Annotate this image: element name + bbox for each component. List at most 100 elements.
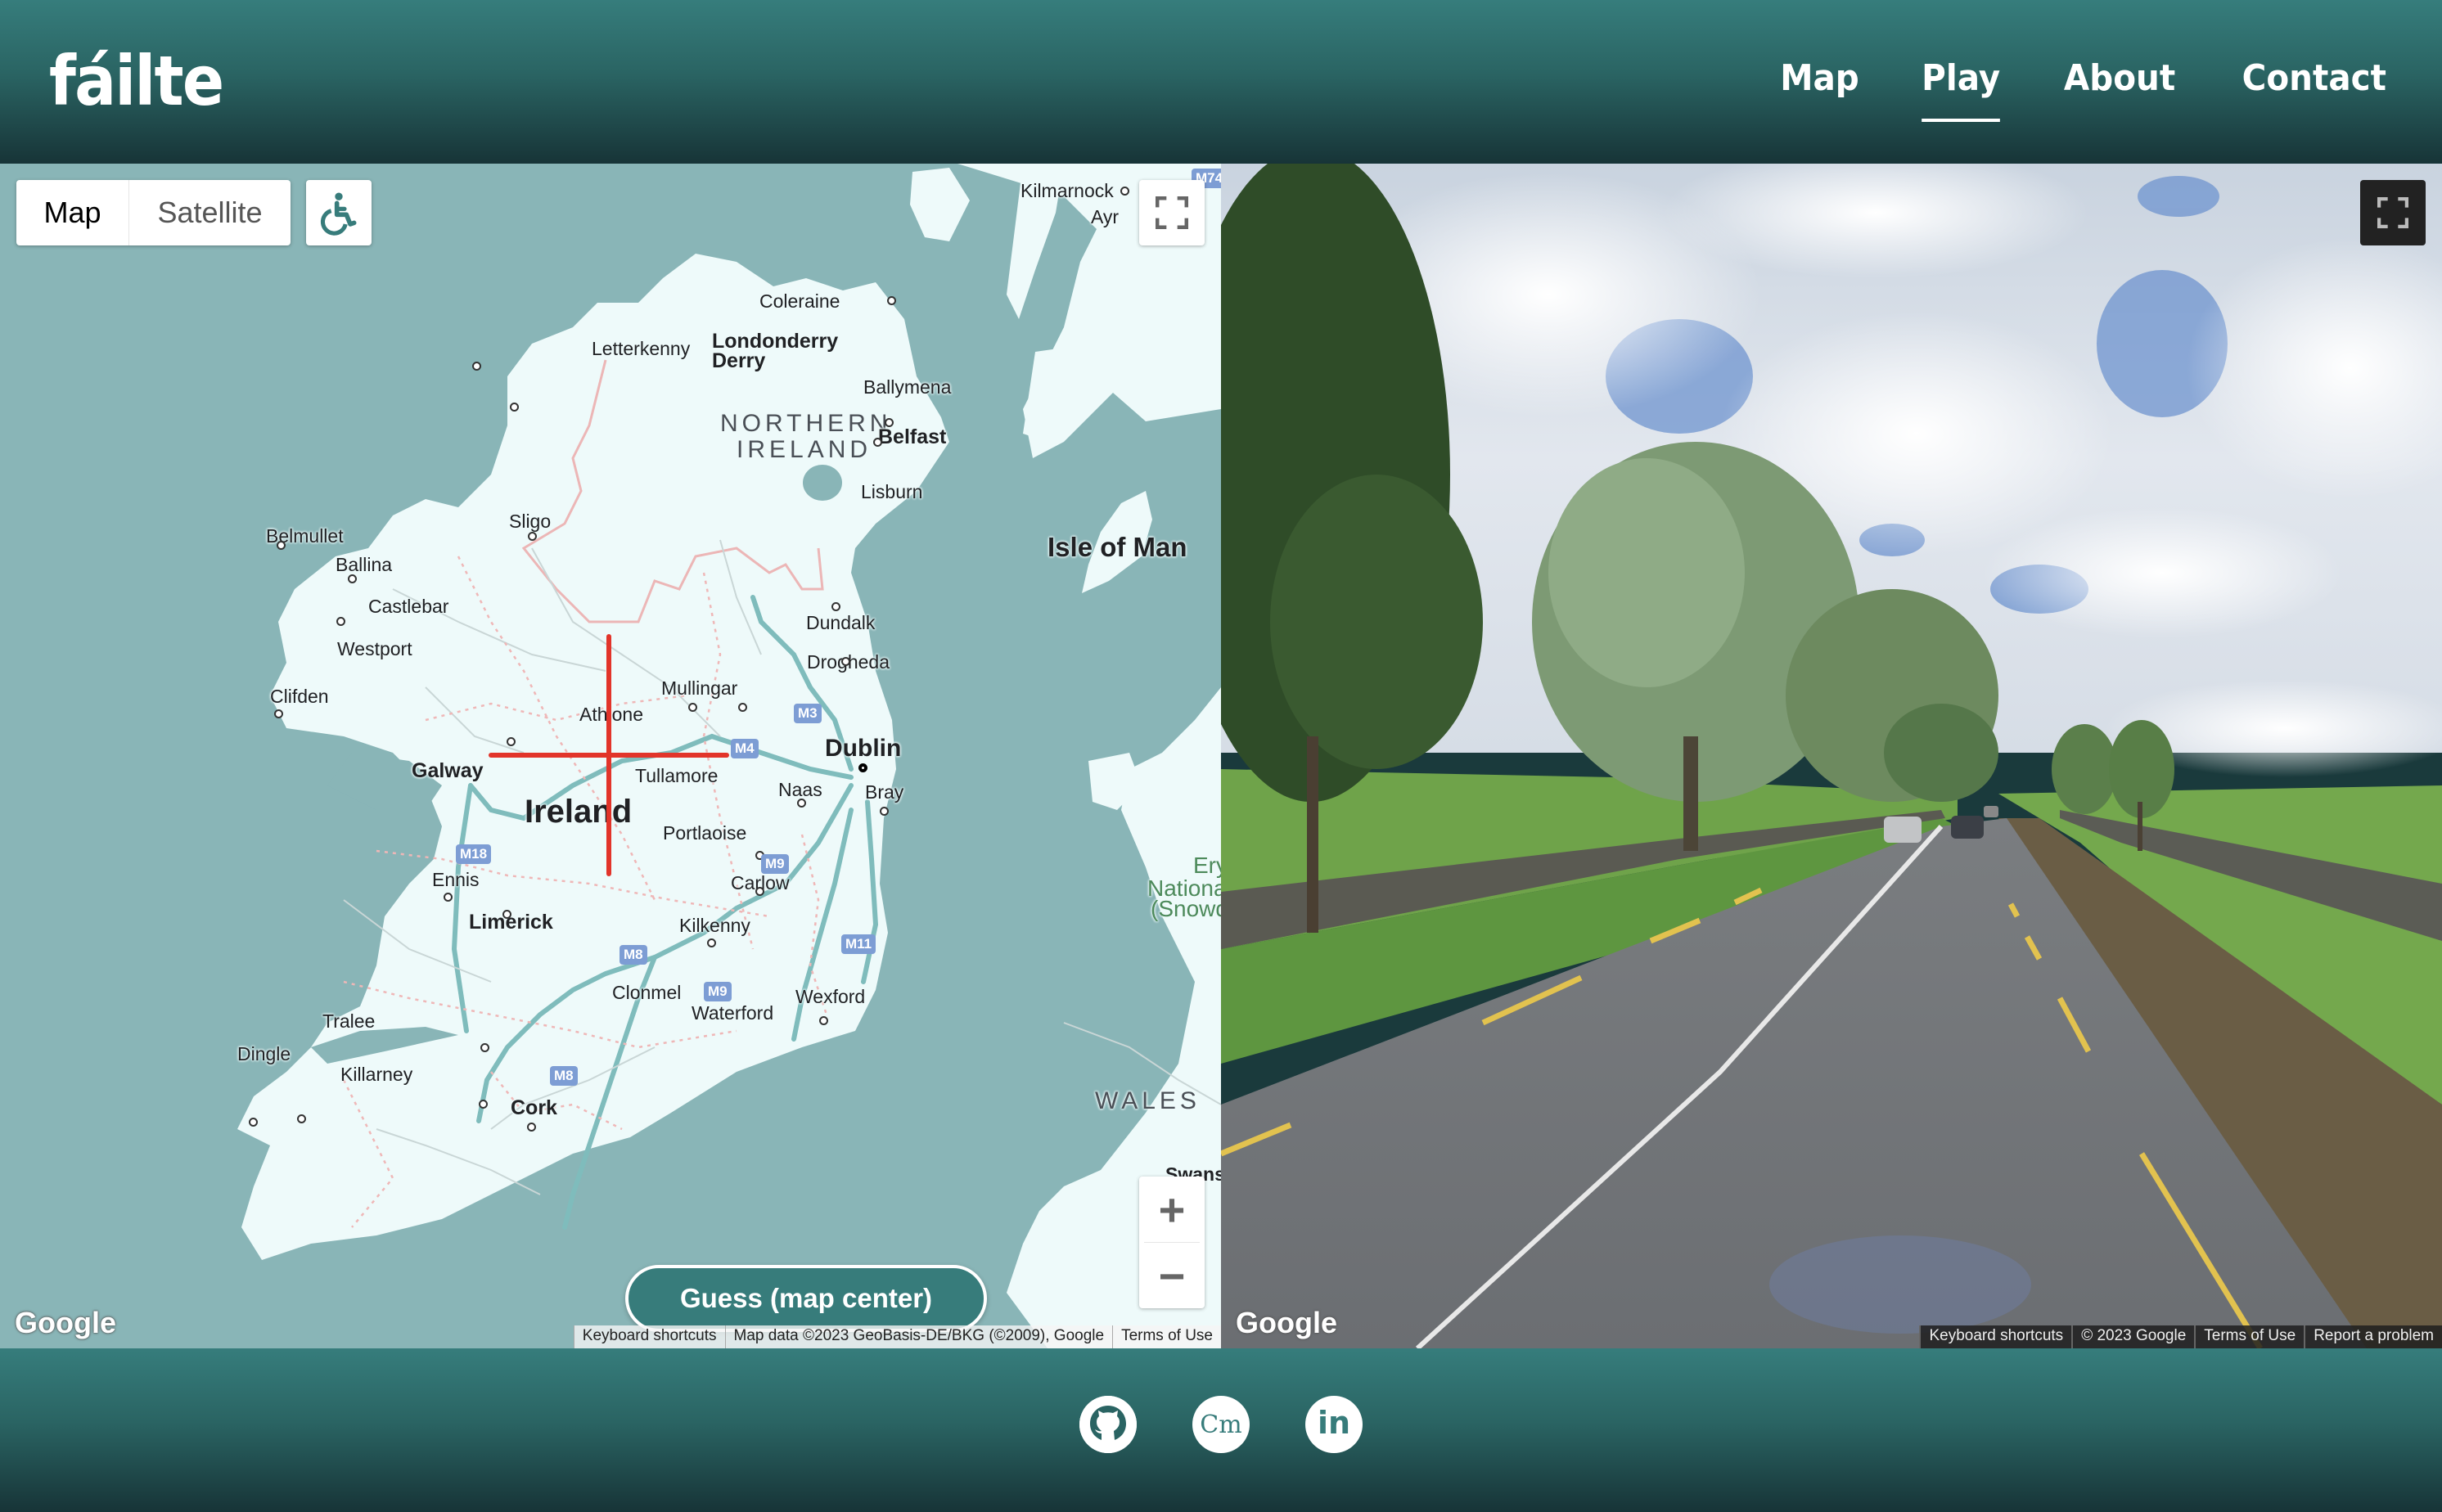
linkedin-link[interactable]: in xyxy=(1305,1396,1363,1453)
codementor-icon: Cm xyxy=(1200,1410,1242,1439)
city-marker xyxy=(738,703,747,712)
city-marker xyxy=(297,1114,306,1123)
land-arran xyxy=(910,168,970,241)
map-label-ballymena: Ballymena xyxy=(863,376,952,398)
car xyxy=(1951,816,1984,839)
city-marker xyxy=(688,703,697,712)
street-view-image[interactable] xyxy=(1221,164,2442,1348)
city-marker xyxy=(887,296,896,305)
map-label-tullamore: Tullamore xyxy=(635,765,719,786)
zoom-out-button[interactable]: − xyxy=(1139,1243,1205,1308)
fullscreen-icon xyxy=(1156,196,1188,229)
google-logo[interactable]: Google xyxy=(1236,1306,1337,1340)
linkedin-icon: in xyxy=(1317,1405,1351,1441)
guess-map[interactable]: Kilmarnock Ayr M74 Coleraine Letterkenny… xyxy=(0,164,1221,1348)
map-label-northern-ireland-1: NORTHERN xyxy=(720,410,892,437)
report-problem-link[interactable]: Report a problem xyxy=(2304,1325,2442,1348)
city-marker xyxy=(444,893,453,902)
map-label-cork: Cork xyxy=(511,1096,557,1119)
main-nav: Map Play About Contact xyxy=(1777,57,2393,122)
city-marker xyxy=(819,1016,828,1025)
nav-map[interactable]: Map xyxy=(1780,57,1859,99)
map-label-coleraine: Coleraine xyxy=(759,290,840,312)
city-marker xyxy=(480,1043,489,1052)
keyboard-shortcuts-link[interactable]: Keyboard shortcuts xyxy=(573,1325,725,1348)
map-label-dublin: Dublin xyxy=(825,735,902,762)
map-center-crosshair-vertical xyxy=(606,634,611,876)
site-footer: Cm in xyxy=(0,1348,2442,1512)
streetview-fullscreen-button[interactable] xyxy=(2360,180,2426,245)
map-label-ayr: Ayr xyxy=(1091,206,1120,227)
car xyxy=(1884,817,1922,843)
accessibility-button[interactable] xyxy=(306,180,372,245)
guess-button[interactable]: Guess (map center) xyxy=(625,1265,987,1332)
city-marker xyxy=(249,1118,258,1127)
city-marker xyxy=(348,574,357,583)
map-type-control: Map Satellite xyxy=(16,180,291,245)
street-view-panorama[interactable]: Google Keyboard shortcuts © 2023 Google … xyxy=(1221,164,2442,1348)
city-marker xyxy=(336,617,345,626)
city-marker xyxy=(277,541,286,550)
road-shield-m9: M9 xyxy=(761,854,789,874)
map-label-isle-of-man: Isle of Man xyxy=(1048,532,1187,562)
terms-of-use-link[interactable]: Terms of Use xyxy=(1112,1325,1221,1348)
map-label-lisburn: Lisburn xyxy=(861,481,923,502)
map-label-belfast: Belfast xyxy=(878,425,947,448)
terms-of-use-link[interactable]: Terms of Use xyxy=(2194,1325,2305,1348)
city-marker xyxy=(479,1100,488,1109)
city-marker xyxy=(472,362,481,371)
nav-contact[interactable]: Contact xyxy=(2242,57,2386,99)
map-label-letterkenny: Letterkenny xyxy=(592,338,691,359)
map-label-sligo: Sligo xyxy=(509,511,552,532)
codementor-link[interactable]: Cm xyxy=(1192,1396,1250,1453)
city-marker xyxy=(510,403,519,412)
city-marker xyxy=(880,807,889,816)
map-label-bray: Bray xyxy=(865,781,904,803)
road-shield-m8: M8 xyxy=(550,1066,578,1086)
map-label-clifden: Clifden xyxy=(270,686,329,707)
map-label-eryri-1: Ery xyxy=(1193,853,1221,878)
map-fullscreen-button[interactable] xyxy=(1139,180,1205,245)
map-label-clonmel: Clonmel xyxy=(612,982,682,1003)
city-marker xyxy=(274,709,283,718)
road-shield-m8: M8 xyxy=(620,945,647,965)
streetview-attribution: Keyboard shortcuts © 2023 Google Terms o… xyxy=(1919,1325,2442,1348)
capital-marker xyxy=(858,763,867,772)
map-label-northern-ireland-2: IRELAND xyxy=(737,436,872,463)
map-type-satellite-button[interactable]: Satellite xyxy=(129,180,291,245)
nav-play[interactable]: Play xyxy=(1921,57,2001,122)
camera-artifact xyxy=(1769,1235,2031,1334)
map-attribution: Keyboard shortcuts Map data ©2023 GeoBas… xyxy=(573,1325,1221,1348)
map-data-text: Map data ©2023 GeoBasis-DE/BKG (©2009), … xyxy=(724,1325,1113,1348)
map-label-westport: Westport xyxy=(337,638,412,659)
map-label-tralee: Tralee xyxy=(322,1010,376,1032)
nav-about[interactable]: About xyxy=(2064,57,2175,99)
github-link[interactable] xyxy=(1079,1396,1137,1453)
map-label-kilmarnock: Kilmarnock xyxy=(1021,180,1114,201)
city-marker xyxy=(755,887,764,896)
zoom-in-button[interactable]: + xyxy=(1139,1177,1205,1242)
keyboard-shortcuts-link[interactable]: Keyboard shortcuts xyxy=(1919,1325,2072,1348)
city-marker xyxy=(1120,187,1129,196)
map-label-eryri-3: (Snowd xyxy=(1151,896,1221,921)
city-marker xyxy=(707,938,716,947)
map-label-dundalk: Dundalk xyxy=(806,612,876,633)
city-marker xyxy=(528,532,537,541)
map-label-castlebar: Castlebar xyxy=(368,596,449,617)
map-type-map-button[interactable]: Map xyxy=(16,180,129,245)
site-logo[interactable]: fáilte xyxy=(49,41,224,121)
city-marker xyxy=(873,438,882,447)
fullscreen-icon xyxy=(2377,197,2408,228)
wheelchair-icon xyxy=(320,192,357,236)
city-marker xyxy=(831,602,840,611)
map-label-kilkenny: Kilkenny xyxy=(679,915,750,936)
car xyxy=(1984,806,1998,817)
road-shield-m9: M9 xyxy=(704,982,732,1001)
map-label-waterford: Waterford xyxy=(692,1002,774,1024)
map-label-dingle: Dingle xyxy=(237,1043,291,1064)
map-label-derry: Derry xyxy=(712,349,766,372)
city-marker xyxy=(507,737,516,746)
lough-neagh xyxy=(803,465,842,501)
github-icon xyxy=(1079,1396,1137,1453)
google-logo[interactable]: Google xyxy=(15,1306,116,1340)
